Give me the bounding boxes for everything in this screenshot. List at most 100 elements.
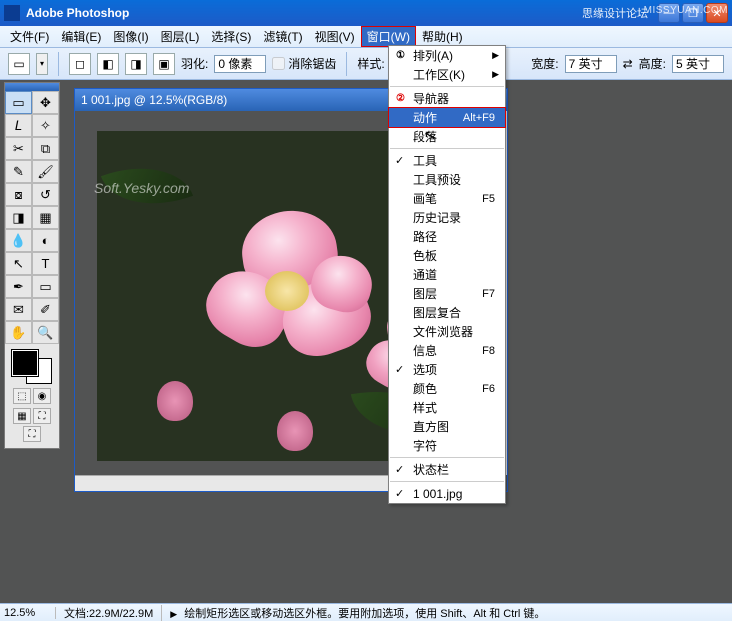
color-controls: ⬚ ◉ ▦ ⛶ ⛶ [5,344,59,448]
callout-number: ② [396,93,405,104]
feather-label: 羽化: [181,55,208,72]
screen-mode-max-icon[interactable]: ⛶ [23,426,41,442]
eraser-tool[interactable]: ◨ [5,206,32,229]
menu-图层l[interactable]: 图层(L) [155,26,206,47]
brush-tool[interactable]: 🖌 [32,160,59,183]
menuitem-段落[interactable]: 段落 [389,127,505,146]
shape-tool[interactable]: ▭ [32,275,59,298]
menu-窗口w[interactable]: 窗口(W) [361,26,416,47]
height-input[interactable] [672,55,724,73]
check-icon: ✓ [395,487,404,500]
menu-separator [390,481,504,482]
swap-wh-icon[interactable]: ⇄ [623,57,633,71]
tool-preset-dropdown[interactable]: ▾ [36,53,48,75]
fg-color[interactable] [12,350,38,376]
feather-input[interactable] [214,55,266,73]
menuitem-label: 通道 [413,266,437,283]
menuitem-工具预设[interactable]: 工具预设 [389,170,505,189]
menu-编辑e[interactable]: 编辑(E) [55,26,107,47]
gradient-tool[interactable]: ▦ [32,206,59,229]
toolbox: ▭✥𝘓✧✂⧉✎🖌⧇↺◨▦💧◐↖T✒▭✉✐✋🔍 ⬚ ◉ ▦ ⛶ ⛶ [4,82,60,449]
menuitem-状态栏[interactable]: ✓状态栏 [389,460,505,479]
menuitem-直方图[interactable]: 直方图 [389,417,505,436]
menuitem-字符[interactable]: 字符 [389,436,505,455]
doc-size-info[interactable]: 文档:22.9M/22.9M [56,605,162,621]
wand-tool[interactable]: ✧ [32,114,59,137]
menuitem-1 001.jpg[interactable]: ✓1 001.jpg [389,484,505,503]
menuitem-工具[interactable]: ✓工具 [389,151,505,170]
workspace: ▭✥𝘓✧✂⧉✎🖌⧇↺◨▦💧◐↖T✒▭✉✐✋🔍 ⬚ ◉ ▦ ⛶ ⛶ 1 001.j… [0,80,732,603]
menuitem-色板[interactable]: 色板 [389,246,505,265]
menuitem-label: 文件浏览器 [413,323,473,340]
heal-tool[interactable]: ✎ [5,160,32,183]
notes-tool[interactable]: ✉ [5,298,32,321]
screen-mode-row: ▦ ⛶ ⛶ [9,408,55,442]
menuitem-工作区(K)[interactable]: 工作区(K)▶ [389,65,505,84]
watermark-forum: 思缘设计论坛 [582,5,648,21]
menuitem-label: 状态栏 [413,461,449,478]
width-label: 宽度: [531,55,558,72]
width-input[interactable] [565,55,617,73]
menuitem-动作[interactable]: 动作Alt+F9 [389,108,505,127]
menuitem-路径[interactable]: 路径 [389,227,505,246]
menu-视图v[interactable]: 视图(V) [309,26,361,47]
menuitem-label: 工作区(K) [413,66,465,83]
zoom-tool[interactable]: 🔍 [32,321,59,344]
menu-滤镜t[interactable]: 滤镜(T) [257,26,308,47]
slice-tool[interactable]: ⧉ [32,137,59,160]
antialias-check[interactable] [272,57,285,70]
menuitem-颜色[interactable]: 颜色F6 [389,379,505,398]
menuitem-label: 色板 [413,247,437,264]
menuitem-画笔[interactable]: 画笔F5 [389,189,505,208]
marquee-add-icon[interactable]: ◧ [97,53,119,75]
menuitem-样式[interactable]: 样式 [389,398,505,417]
separator [58,52,59,76]
history-brush-tool[interactable]: ↺ [32,183,59,206]
menu-图像i[interactable]: 图像(I) [107,26,154,47]
type-tool[interactable]: T [32,252,59,275]
eyedrop-tool[interactable]: ✐ [32,298,59,321]
options-bar: ▭ ▾ ◻ ◧ ◨ ▣ 羽化: 消除锯齿 样式: 宽度: ⇄ 高度: [0,48,732,80]
screen-mode-full-icon[interactable]: ⛶ [33,408,51,424]
marquee-tool[interactable]: ▭ [5,91,32,114]
menuitem-图层复合[interactable]: 图层复合 [389,303,505,322]
menuitem-选项[interactable]: ✓选项 [389,360,505,379]
fg-bg-swatch[interactable] [12,350,52,384]
menu-帮助h[interactable]: 帮助(H) [416,26,469,47]
marquee-intersect-icon[interactable]: ▣ [153,53,175,75]
menuitem-通道[interactable]: 通道 [389,265,505,284]
hand-tool[interactable]: ✋ [5,321,32,344]
path-sel-tool[interactable]: ↖ [5,252,32,275]
toolbox-handle[interactable] [5,83,59,91]
antialias-checkbox[interactable]: 消除锯齿 [272,55,336,72]
menuitem-label: 颜色 [413,380,437,397]
stamp-tool[interactable]: ⧇ [5,183,32,206]
blur-tool[interactable]: 💧 [5,229,32,252]
menuitem-信息[interactable]: 信息F8 [389,341,505,360]
marquee-new-icon[interactable]: ◻ [69,53,91,75]
submenu-arrow-icon: ▶ [492,50,499,61]
marquee-sub-icon[interactable]: ◨ [125,53,147,75]
menuitem-label: 工具 [413,152,437,169]
watermark-url: MISSYUAN.COM [644,5,728,16]
quickmask-mode-icon[interactable]: ◉ [33,388,51,404]
screen-mode-std-icon[interactable]: ▦ [13,408,31,424]
menuitem-图层[interactable]: 图层F7 [389,284,505,303]
menuitem-排列(A)[interactable]: ①排列(A)▶ [389,46,505,65]
lasso-tool[interactable]: 𝘓 [5,114,32,137]
marquee-preset-icon[interactable]: ▭ [8,53,30,75]
menubar: 文件(F)编辑(E)图像(I)图层(L)选择(S)滤镜(T)视图(V)窗口(W)… [0,26,732,48]
zoom-field[interactable]: 12.5% [0,607,56,619]
standard-mode-icon[interactable]: ⬚ [13,388,31,404]
dodge-tool[interactable]: ◐ [32,229,59,252]
menuitem-文件浏览器[interactable]: 文件浏览器 [389,322,505,341]
menuitem-历史记录[interactable]: 历史记录 [389,208,505,227]
move-tool[interactable]: ✥ [32,91,59,114]
pen-tool[interactable]: ✒ [5,275,32,298]
menu-文件f[interactable]: 文件(F) [4,26,55,47]
menuitem-导航器[interactable]: ②导航器 [389,89,505,108]
toolbox-tools: ▭✥𝘓✧✂⧉✎🖌⧇↺◨▦💧◐↖T✒▭✉✐✋🔍 [5,91,59,344]
crop-tool[interactable]: ✂ [5,137,32,160]
menu-选择s[interactable]: 选择(S) [205,26,257,47]
menuitem-label: 图层复合 [413,304,461,321]
